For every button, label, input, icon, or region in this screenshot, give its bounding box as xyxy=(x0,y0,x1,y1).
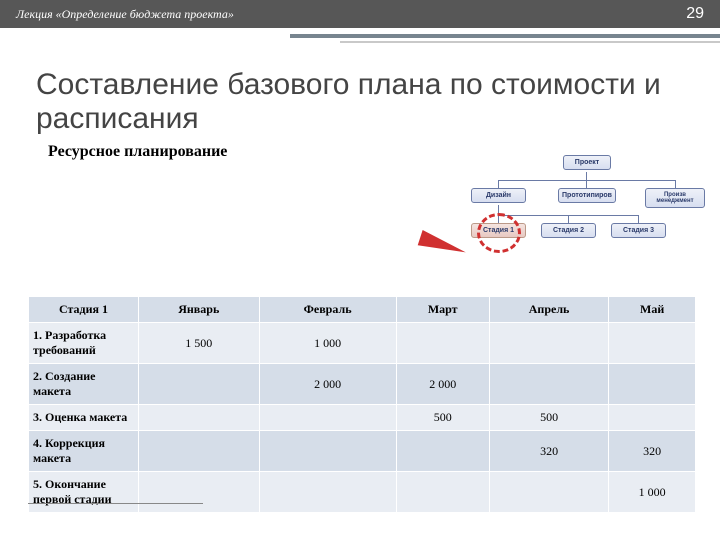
cell xyxy=(489,323,609,364)
cell xyxy=(489,472,609,513)
cell xyxy=(396,472,489,513)
node-l2-0: Дизайн xyxy=(471,188,526,203)
table-row: 4. Коррекция макета 320320 xyxy=(29,431,696,472)
cell: 2 000 xyxy=(396,364,489,405)
cell xyxy=(139,431,260,472)
th-4: Апрель xyxy=(489,297,609,323)
cell xyxy=(259,472,396,513)
cell: 500 xyxy=(396,405,489,431)
th-5: Май xyxy=(609,297,696,323)
cell xyxy=(259,431,396,472)
row-label: 5. Окончание первой стадии xyxy=(29,472,139,513)
page-number: 29 xyxy=(686,5,704,23)
cell: 1 500 xyxy=(139,323,260,364)
th-1: Январь xyxy=(139,297,260,323)
cell xyxy=(609,323,696,364)
cell: 500 xyxy=(489,405,609,431)
table-header-row: Стадия 1 Январь Февраль Март Апрель Май xyxy=(29,297,696,323)
footer-rule xyxy=(28,503,203,504)
row-label: 4. Коррекция макета xyxy=(29,431,139,472)
node-l2-2: Произв менеджмент xyxy=(645,188,705,208)
node-root: Проект xyxy=(563,155,611,170)
row-label: 2. Создание макета xyxy=(29,364,139,405)
table-row: 1. Разработка требований1 5001 000 xyxy=(29,323,696,364)
row-label: 1. Разработка требований xyxy=(29,323,139,364)
hierarchy-diagram: Проект Дизайн Прототипиров Произв менедж… xyxy=(463,155,708,275)
cell: 320 xyxy=(489,431,609,472)
cell xyxy=(396,323,489,364)
cell xyxy=(139,472,260,513)
th-2: Февраль xyxy=(259,297,396,323)
slide-header: Лекция «Определение бюджета проекта» 29 xyxy=(0,0,720,28)
highlight-circle-icon xyxy=(477,213,521,253)
cell: 320 xyxy=(609,431,696,472)
cell xyxy=(396,431,489,472)
highlight-arrow-icon xyxy=(418,230,469,260)
node-l3-2: Стадия 3 xyxy=(611,223,666,238)
cell xyxy=(139,405,260,431)
node-l2-1: Прототипиров xyxy=(558,188,616,203)
cell xyxy=(489,364,609,405)
th-0: Стадия 1 xyxy=(29,297,139,323)
slide-title: Составление базового плана по стоимости … xyxy=(0,48,720,139)
cell xyxy=(259,405,396,431)
row-label: 3. Оценка макета xyxy=(29,405,139,431)
cell: 1 000 xyxy=(609,472,696,513)
cell xyxy=(139,364,260,405)
table-row: 5. Окончание первой стадии 1 000 xyxy=(29,472,696,513)
cell: 2 000 xyxy=(259,364,396,405)
table-row: 3. Оценка макета 500500 xyxy=(29,405,696,431)
node-l3-1: Стадия 2 xyxy=(541,223,596,238)
cell xyxy=(609,364,696,405)
table-row: 2. Создание макета 2 0002 000 xyxy=(29,364,696,405)
resource-table: Стадия 1 Январь Февраль Март Апрель Май … xyxy=(28,296,696,513)
cell xyxy=(609,405,696,431)
header-accent xyxy=(0,28,720,48)
cell: 1 000 xyxy=(259,323,396,364)
lecture-title: Лекция «Определение бюджета проекта» xyxy=(16,7,234,22)
th-3: Март xyxy=(396,297,489,323)
